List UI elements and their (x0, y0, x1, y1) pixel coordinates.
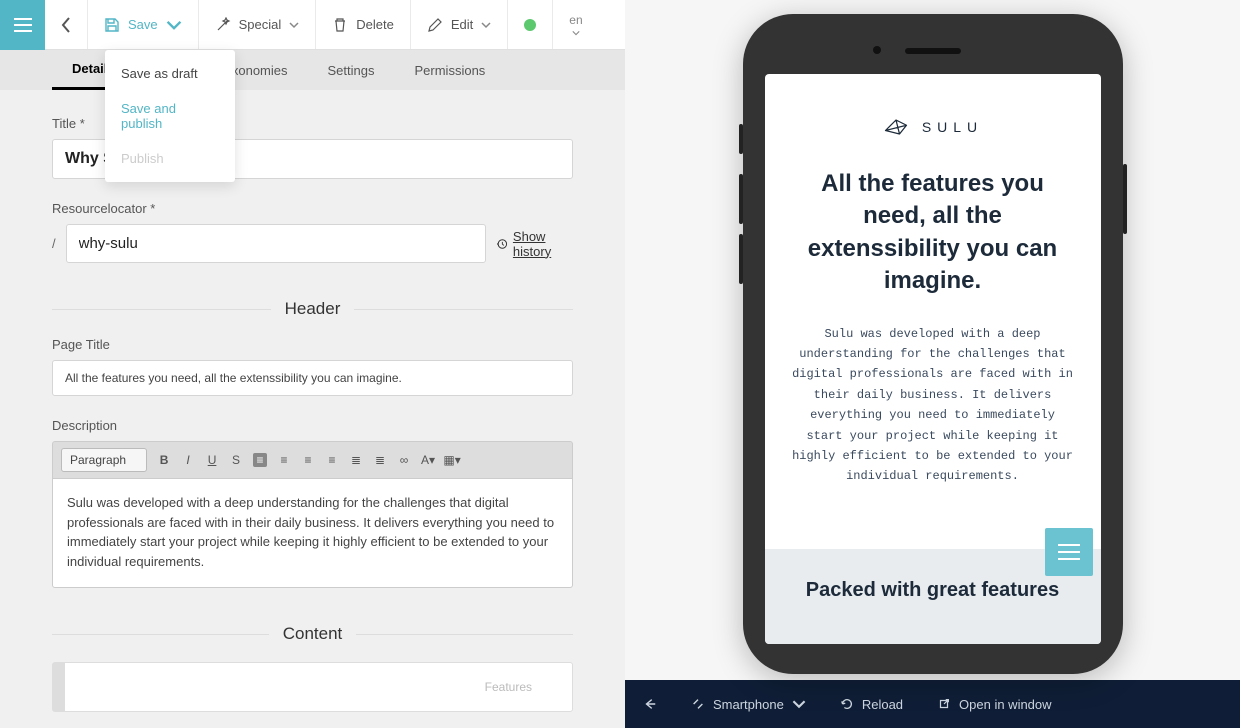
history-icon (496, 237, 507, 251)
chevron-down-icon (481, 20, 491, 30)
editor-panel: Save Special Delete Edit (0, 0, 625, 728)
arrow-left-icon (643, 697, 657, 711)
preview-back-button[interactable] (643, 697, 657, 711)
strike-icon[interactable]: S (229, 453, 243, 467)
page-title-label: Page Title (52, 337, 573, 352)
hamburger-icon (1058, 551, 1080, 553)
paragraph-select[interactable]: Paragraph (61, 448, 147, 472)
edit-label: Edit (451, 17, 473, 32)
reload-label: Reload (862, 697, 903, 712)
description-editor[interactable]: Sulu was developed with a deep understan… (52, 478, 573, 588)
language-selector[interactable]: en (553, 13, 598, 37)
special-button[interactable]: Special (199, 0, 316, 49)
form-area: Title * Resourcelocator * / Show history… (0, 90, 625, 728)
chevron-left-icon (61, 17, 71, 33)
device-label: Smartphone (713, 697, 784, 712)
resourcelocator-input[interactable] (66, 224, 486, 263)
pencil-icon (427, 17, 443, 33)
delete-button[interactable]: Delete (316, 0, 410, 49)
save-and-publish-option[interactable]: Save and publish (105, 91, 235, 141)
save-label: Save (128, 17, 158, 32)
show-history-link[interactable]: Show history (496, 229, 573, 259)
open-in-window-button[interactable]: Open in window (937, 697, 1052, 712)
edit-button[interactable]: Edit (411, 0, 507, 49)
list-ul-icon[interactable]: ≣ (349, 453, 363, 467)
preview-hero-title: All the features you need, all the exten… (791, 168, 1075, 298)
preview-panel: SULU All the features you need, all the … (625, 0, 1240, 728)
preview-screen: SULU All the features you need, all the … (765, 74, 1101, 644)
special-label: Special (239, 17, 282, 32)
align-center-icon[interactable]: ≡ (277, 453, 291, 467)
italic-icon[interactable]: I (181, 453, 195, 467)
open-label: Open in window (959, 697, 1052, 712)
link-icon[interactable]: ∞ (397, 453, 411, 467)
resourcelocator-prefix: / (52, 236, 56, 251)
preview-toolbar: Smartphone Reload Open in window (625, 680, 1240, 728)
header-section-divider: Header (52, 299, 573, 319)
list-ol-icon[interactable]: ≣ (373, 453, 387, 467)
page-title-input[interactable] (52, 360, 573, 396)
text-color-icon[interactable]: A▾ (421, 453, 435, 467)
underline-icon[interactable]: U (205, 453, 219, 467)
status-dot-icon (524, 19, 536, 31)
preview-hero-description: Sulu was developed with a deep understan… (791, 324, 1075, 487)
content-block-type: Features (485, 680, 532, 694)
show-history-label: Show history (513, 229, 573, 259)
align-left-icon[interactable]: ≡ (253, 453, 267, 467)
reload-icon (840, 697, 854, 711)
bold-icon[interactable]: B (157, 453, 171, 467)
magic-wand-icon (215, 17, 231, 33)
back-button[interactable] (45, 0, 87, 49)
main-menu-button[interactable] (0, 0, 45, 50)
trash-icon (332, 17, 348, 33)
hamburger-icon (14, 18, 32, 32)
publish-option: Publish (105, 141, 235, 176)
publish-status[interactable] (508, 0, 552, 49)
tabs: Details axonomies Settings Permissions (0, 50, 625, 90)
expand-icon (691, 697, 705, 711)
chevron-down-icon (166, 17, 182, 33)
align-right-icon[interactable]: ≡ (301, 453, 315, 467)
tab-permissions[interactable]: Permissions (395, 50, 506, 90)
chevron-down-icon (572, 29, 580, 37)
external-link-icon (937, 697, 951, 711)
save-icon (104, 17, 120, 33)
resourcelocator-label: Resourcelocator * (52, 201, 573, 216)
delete-label: Delete (356, 17, 394, 32)
wysiwyg-toolbar: Paragraph B I U S ≡ ≡ ≡ ≡ ≣ ≣ ∞ A▾ ▦▾ (52, 441, 573, 478)
language-label: en (569, 13, 582, 27)
save-dropdown: Save as draft Save and publish Publish (105, 50, 235, 182)
tab-settings[interactable]: Settings (308, 50, 395, 90)
phone-frame: SULU All the features you need, all the … (743, 14, 1123, 674)
brand-name: SULU (922, 119, 983, 135)
reload-button[interactable]: Reload (840, 697, 903, 712)
table-icon[interactable]: ▦▾ (445, 453, 459, 467)
align-justify-icon[interactable]: ≡ (325, 453, 339, 467)
sulu-logo-icon (882, 116, 910, 138)
preview-menu-button[interactable] (1045, 528, 1093, 576)
toolbar: Save Special Delete Edit (45, 0, 625, 50)
content-block[interactable]: Features (52, 662, 573, 712)
device-selector[interactable]: Smartphone (691, 697, 806, 712)
drag-handle-icon[interactable] (53, 663, 65, 711)
description-label: Description (52, 418, 573, 433)
save-as-draft-option[interactable]: Save as draft (105, 56, 235, 91)
brand-logo: SULU (791, 116, 1075, 138)
content-section-divider: Content (52, 624, 573, 644)
save-button[interactable]: Save (88, 0, 198, 49)
preview-section-title: Packed with great features (787, 577, 1079, 604)
chevron-down-icon (289, 20, 299, 30)
chevron-down-icon (792, 697, 806, 711)
